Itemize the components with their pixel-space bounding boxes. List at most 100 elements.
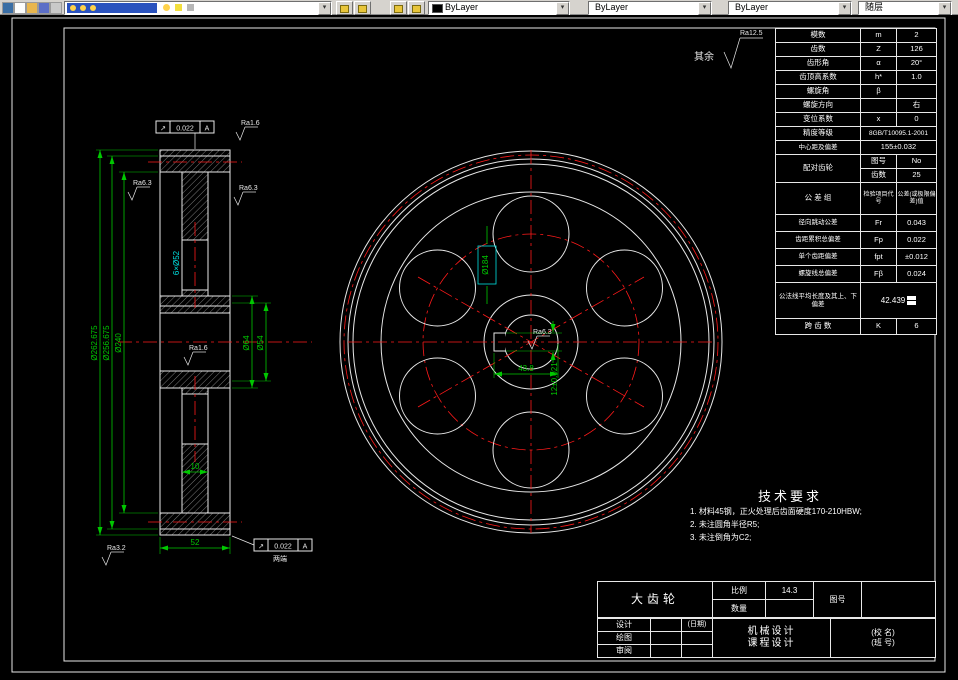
param-value: 右: [896, 98, 937, 113]
span-teeth-label: 跨 齿 数: [775, 318, 861, 335]
gear-front-dimensions[interactable]: Ø184 12±0.021 43.8 Ra6.3: [477, 226, 562, 396]
gdt-frame-bottom[interactable]: ↗ 0.022 A 两端: [231, 535, 313, 563]
param-symbol: [860, 98, 897, 113]
save-icon[interactable]: [38, 2, 50, 14]
layer-previous-button[interactable]: [354, 1, 371, 15]
gdt-datum: A: [303, 544, 308, 551]
drafter-label: 绘图: [597, 631, 651, 645]
param-value: 20°: [896, 56, 937, 71]
dim-hub-diameter[interactable]: Ø64: [242, 335, 251, 351]
param-symbol: h*: [860, 70, 897, 85]
designer-signature-cell: [650, 618, 682, 632]
linetype-combo[interactable]: ByLayer ▾: [588, 1, 712, 15]
tolerance-value-header: 公差(或极限偏差)值: [896, 182, 937, 215]
quantity-label: 数量: [712, 599, 766, 618]
chevron-down-icon[interactable]: ▾: [556, 2, 569, 15]
quantity-value: [765, 599, 814, 618]
mate-row-value: No: [896, 154, 937, 169]
layer-sun-icon: [175, 4, 182, 11]
layer-isolate-button[interactable]: [408, 1, 425, 15]
dim-bolt-circle[interactable]: Ø184: [481, 255, 490, 275]
reviewer-date-cell: [681, 644, 713, 658]
dim-root-diameter[interactable]: Ø240: [114, 333, 123, 353]
open-file-icon[interactable]: [26, 2, 38, 14]
lineweight-combo[interactable]: ByLayer ▾: [728, 1, 852, 15]
roughness-left-face: Ra6.3: [133, 180, 152, 187]
layer-lock-icon: [90, 5, 96, 11]
gear-front-view[interactable]: [339, 150, 723, 534]
param-value: 126: [896, 42, 937, 57]
plot-icon[interactable]: [50, 2, 62, 14]
dim-face-width[interactable]: 52: [191, 538, 200, 547]
drawing-number-value: [861, 581, 936, 618]
tolerance-label: 单个齿距偏差: [775, 248, 861, 266]
param-symbol: m: [860, 28, 897, 43]
dim-web-thickness[interactable]: 10: [191, 462, 200, 471]
dim-keyway-depth[interactable]: 43.8: [518, 364, 534, 373]
param-symbol: α: [860, 56, 897, 71]
tolerance-value: 0.022: [896, 231, 937, 249]
gear-section-view[interactable]: [118, 149, 312, 536]
make-object-layer-current-button[interactable]: [336, 1, 353, 15]
param-label: 螺旋角: [775, 84, 861, 99]
course-name: 机械设计 课程设计: [712, 618, 831, 658]
param-label: 齿形角: [775, 56, 861, 71]
param-symbol: x: [860, 112, 897, 127]
layer-states-button[interactable]: [390, 1, 407, 15]
accuracy-grade-value: 8GB/T10095.1-2001: [860, 126, 937, 141]
tolerance-symbol: fpt: [860, 248, 897, 266]
drafter-date-cell: [681, 631, 713, 645]
roughness-marks[interactable]: Ra1.6 Ra6.3 Ra6.3 Ra1.6 Ra3.2: [101, 120, 260, 566]
mate-row-label: 齿数: [860, 168, 897, 183]
scale-label: 比例: [712, 581, 766, 600]
gdt-tolerance: 0.022: [274, 544, 292, 551]
base-tangent-length-value: 42.439: [880, 295, 906, 305]
param-label: 精度等级: [775, 126, 861, 141]
chevron-down-icon[interactable]: ▾: [698, 2, 711, 15]
gdt-tolerance: 0.022: [176, 126, 194, 133]
gear-section-dimensions[interactable]: Ø262.675 Ø256.675 Ø240 Ø64 Ø54 6×Ø52 52 …: [90, 149, 271, 554]
scale-value: 14.3: [765, 581, 814, 600]
chevron-down-icon[interactable]: ▾: [318, 2, 331, 15]
mate-row-value: 25: [896, 168, 937, 183]
part-name: 大齿轮: [597, 581, 713, 618]
wn-deviation-blocks: [907, 296, 917, 305]
dim-step-diameter[interactable]: Ø54: [256, 335, 265, 351]
param-label: 螺旋方向: [775, 98, 861, 113]
date-label: (日期): [681, 618, 713, 632]
general-roughness-value: Ra12.5: [740, 30, 763, 37]
tolerance-group-header: 公 差 组: [775, 182, 861, 215]
plotstyle-combo-value: 随层: [865, 2, 884, 12]
tolerance-label: 径向跳动公差: [775, 214, 861, 232]
param-label: 齿数: [775, 42, 861, 57]
mating-gear-label: 配对齿轮: [775, 154, 861, 183]
base-tangent-length-label: 公法线平均长度及其上、下偏差: [775, 282, 861, 319]
runout-symbol: ↗: [258, 544, 264, 551]
gdt-datum: A: [205, 126, 210, 133]
layer-combo[interactable]: ▾: [64, 1, 332, 15]
reviewer-label: 审阅: [597, 644, 651, 658]
param-label: 中心距及偏差: [775, 140, 861, 155]
plotstyle-combo[interactable]: 随层 ▾: [858, 1, 952, 15]
param-value: 1.0: [896, 70, 937, 85]
center-distance-value: 155±0.032: [860, 140, 937, 155]
drawing-number-label: 图号: [813, 581, 862, 618]
chevron-down-icon[interactable]: ▾: [938, 2, 951, 15]
roughness-keyway: Ra6.3: [533, 329, 552, 336]
dim-lightening-holes[interactable]: 6×Ø52: [172, 250, 181, 275]
gdt-frame-top[interactable]: ↗ 0.022 A: [155, 120, 215, 149]
chevron-down-icon[interactable]: ▾: [838, 2, 851, 15]
runout-symbol: ↗: [160, 126, 166, 133]
toolbar: ▾ ByLayer ▾ ByLayer ▾ ByLayer ▾ 随层 ▾: [0, 0, 958, 15]
dim-keyway-width[interactable]: 12±0.021: [550, 362, 559, 396]
new-file-icon[interactable]: [14, 2, 26, 14]
span-teeth-symbol: K: [860, 318, 897, 335]
param-symbol: β: [860, 84, 897, 99]
color-combo[interactable]: ByLayer ▾: [428, 1, 570, 15]
tolerance-value: 0.043: [896, 214, 937, 232]
dim-pitch-diameter[interactable]: Ø256.675: [102, 325, 111, 361]
dim-tip-diameter[interactable]: Ø262.675: [90, 325, 99, 361]
general-roughness-note: 其余 Ra12.5: [694, 30, 763, 70]
param-symbol: Z: [860, 42, 897, 57]
param-label: 模数: [775, 28, 861, 43]
